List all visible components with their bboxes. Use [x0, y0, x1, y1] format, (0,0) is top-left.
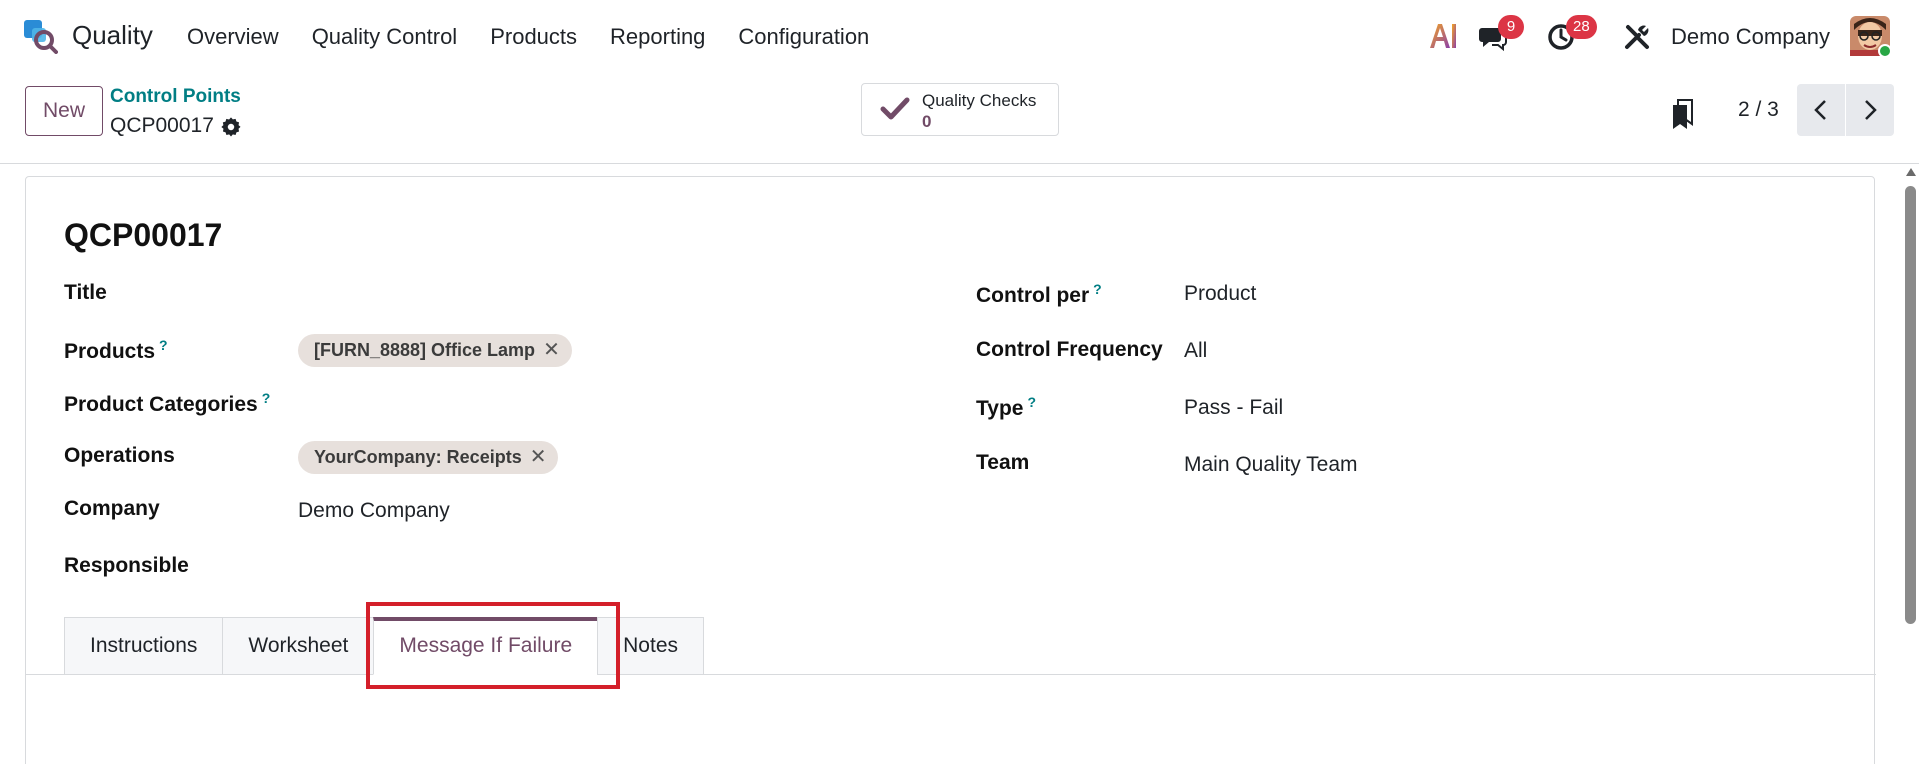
- tab-notes[interactable]: Notes: [597, 617, 704, 675]
- gear-icon[interactable]: [220, 116, 242, 138]
- team-label: Team: [976, 451, 1030, 474]
- scroll-thumb[interactable]: [1905, 186, 1916, 624]
- quality-app-icon[interactable]: [22, 18, 58, 54]
- close-icon[interactable]: ✕: [530, 446, 547, 468]
- chevron-left-icon: [1814, 100, 1826, 120]
- user-avatar[interactable]: [1850, 16, 1892, 58]
- quality-checks-label: Quality Checks: [922, 91, 1037, 110]
- type-help-icon[interactable]: ?: [1027, 394, 1036, 410]
- operations-tag: YourCompany: Receipts ✕: [298, 441, 559, 474]
- notebook-tabs: Instructions Worksheet Message If Failur…: [64, 617, 704, 675]
- menu-quality-control[interactable]: Quality Control: [312, 24, 458, 50]
- control-frequency-value[interactable]: All: [1184, 339, 1207, 363]
- type-value[interactable]: Pass - Fail: [1184, 396, 1283, 420]
- products-help-icon[interactable]: ?: [159, 337, 168, 353]
- products-tag: [FURN_8888] Office Lamp ✕: [298, 334, 572, 367]
- menu-configuration[interactable]: Configuration: [738, 24, 869, 50]
- type-label: Type?: [976, 394, 1037, 420]
- checkmark-icon: [880, 97, 910, 120]
- team-value[interactable]: Main Quality Team: [1184, 453, 1358, 477]
- title-input[interactable]: [298, 275, 898, 311]
- scroll-up-arrow-icon[interactable]: [1906, 168, 1916, 176]
- title-label: Title: [64, 281, 107, 304]
- form-sheet: QCP00017 Title Products? [FURN_8888] Off…: [25, 176, 1876, 764]
- pager-value[interactable]: 2 / 3: [1738, 98, 1779, 122]
- quality-checks-smart-button[interactable]: Quality Checks 0: [861, 83, 1059, 136]
- scrollbar[interactable]: [1902, 164, 1919, 764]
- breadcrumb-control-points[interactable]: Control Points: [110, 86, 241, 108]
- pager-next-button[interactable]: [1846, 84, 1894, 136]
- app-name[interactable]: Quality: [72, 20, 153, 51]
- control-per-value[interactable]: Product: [1184, 282, 1256, 306]
- pager-previous-button[interactable]: [1797, 84, 1845, 136]
- product-categories-input[interactable]: [298, 385, 898, 421]
- tab-instructions[interactable]: Instructions: [64, 617, 223, 675]
- products-label: Products?: [64, 337, 168, 363]
- ai-icon[interactable]: [1428, 20, 1458, 52]
- product-categories-help-icon[interactable]: ?: [262, 390, 271, 406]
- activities-badge: 28: [1566, 15, 1597, 39]
- messages-badge: 9: [1498, 15, 1524, 39]
- top-navbar: Quality Overview Quality Control Product…: [0, 0, 1919, 74]
- responsible-input[interactable]: [298, 549, 898, 585]
- company-label: Company: [64, 497, 160, 520]
- bookmark-icon[interactable]: [1670, 98, 1696, 130]
- tab-worksheet[interactable]: Worksheet: [222, 617, 374, 675]
- debug-tools-icon[interactable]: [1622, 22, 1652, 52]
- tab-message-if-failure[interactable]: Message If Failure: [373, 617, 598, 675]
- operations-label: Operations: [64, 444, 175, 467]
- company-value[interactable]: Demo Company: [298, 499, 450, 523]
- quality-checks-count: 0: [922, 112, 932, 131]
- responsible-label: Responsible: [64, 554, 189, 577]
- breadcrumb-current-record: QCP00017: [110, 114, 214, 137]
- control-per-label: Control per?: [976, 281, 1102, 307]
- control-per-help-icon[interactable]: ?: [1093, 281, 1102, 297]
- control-frequency-label: Control Frequency: [976, 338, 1163, 361]
- menu-products[interactable]: Products: [490, 24, 577, 50]
- company-switcher[interactable]: Demo Company: [1671, 24, 1830, 50]
- control-panel: New Control Points QCP00017 Quality Chec…: [0, 74, 1919, 164]
- chevron-right-icon: [1865, 100, 1877, 120]
- menu-overview[interactable]: Overview: [187, 24, 279, 50]
- menu-reporting[interactable]: Reporting: [610, 24, 705, 50]
- main-menu: Overview Quality Control Products Report…: [187, 24, 902, 50]
- record-title: QCP00017: [64, 217, 223, 253]
- product-categories-label: Product Categories?: [64, 390, 271, 416]
- close-icon[interactable]: ✕: [543, 339, 560, 361]
- new-button[interactable]: New: [25, 86, 103, 136]
